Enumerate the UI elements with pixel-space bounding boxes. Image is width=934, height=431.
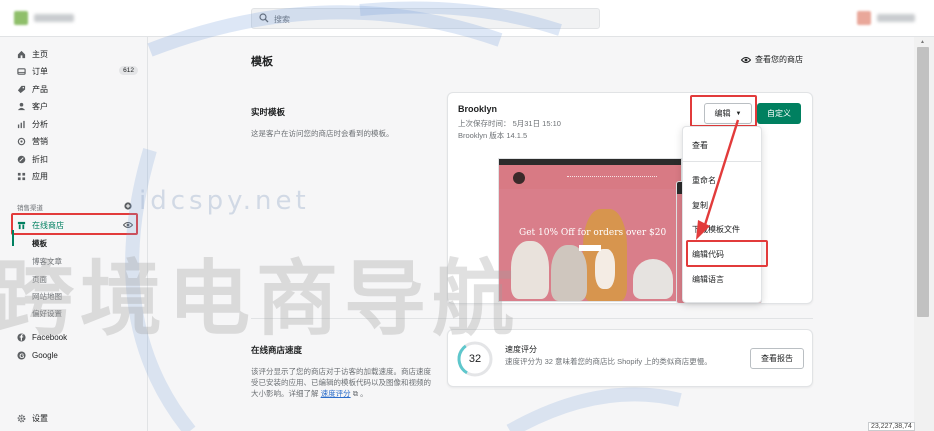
- google-icon: G: [17, 350, 26, 359]
- live-theme-heading: 实时模板: [251, 107, 286, 117]
- preview-hero-text: Get 10% Off for orders over $20: [519, 228, 667, 238]
- top-bar: 搜索: [0, 0, 934, 37]
- sidebar-item-orders[interactable]: 订单 612: [17, 64, 142, 78]
- speed-card-desc: 速度评分为 32 意味着您的商店比 Shopify 上的类似商店更慢。: [505, 357, 712, 366]
- view-report-button[interactable]: 查看报告: [750, 348, 804, 369]
- sidebar-subitem-preferences[interactable]: 偏好设置: [32, 308, 62, 319]
- corgi-image: [583, 209, 627, 301]
- annotation-arrow: [696, 119, 740, 240]
- poodle-image-2: [551, 245, 587, 301]
- analytics-icon: [17, 120, 25, 128]
- sidebar-item-home[interactable]: 主页: [17, 47, 142, 61]
- speed-score-link[interactable]: 速度评分: [321, 389, 351, 398]
- orders-badge: 612: [119, 66, 138, 75]
- sidebar-item-marketing[interactable]: 营销: [17, 134, 142, 148]
- store-logo[interactable]: [14, 11, 78, 25]
- search-icon: [259, 13, 269, 23]
- theme-last-saved: 上次保存时间： 5月31日 15:10: [458, 119, 561, 128]
- section-divider: [251, 318, 813, 319]
- sidebar-item-discounts[interactable]: 折扣: [17, 152, 142, 166]
- gear-icon: [17, 414, 26, 422]
- preview-hero-button: [579, 245, 601, 251]
- live-theme-desc: 这是客户在访问您的商店时会看到的模板。: [251, 129, 394, 138]
- coordinate-readout: 23,227,38,74: [868, 422, 915, 431]
- theme-preview-desktop: Get 10% Off for orders over $20: [498, 158, 682, 302]
- apps-icon: [17, 172, 26, 180]
- sidebar-item-apps[interactable]: 应用: [17, 169, 142, 183]
- customer-icon: [17, 102, 26, 110]
- sidebar-item-facebook[interactable]: Facebook: [17, 330, 142, 344]
- svg-text:G: G: [19, 352, 24, 359]
- sidebar: 主页 订单 612 产品 客户 分析 营销 折扣 应用 销售渠道 在线商店 模板…: [0, 37, 148, 431]
- speed-desc: 该评分显示了您的商店对于访客的加载速度。商店速度受已安装的应用、已编辑的模板代码…: [251, 367, 431, 398]
- sidebar-item-google[interactable]: G Google: [17, 348, 142, 362]
- facebook-icon: [17, 332, 26, 342]
- sidebar-item-customers[interactable]: 客户: [17, 99, 142, 113]
- page-title: 模板: [251, 56, 273, 68]
- sidebar-subitem-pages[interactable]: 页面: [32, 274, 47, 285]
- search-placeholder: 搜索: [274, 15, 290, 24]
- orders-icon: [17, 67, 26, 75]
- speed-score: 32: [468, 353, 482, 365]
- theme-version: Brooklyn 版本 14.1.5: [458, 131, 528, 140]
- scrollbar[interactable]: ▲: [914, 37, 934, 431]
- view-store-link[interactable]: 查看您的商店: [741, 54, 803, 65]
- scroll-thumb[interactable]: [917, 47, 929, 317]
- poodle-image: [511, 241, 549, 299]
- home-icon: [17, 50, 26, 58]
- active-indicator: [12, 230, 14, 246]
- highlight-online-store: [11, 213, 138, 235]
- external-link-icon: ⧉ 。: [352, 389, 368, 398]
- sidebar-subitem-blog[interactable]: 博客文章: [32, 256, 62, 267]
- marketing-icon: [17, 137, 26, 145]
- add-channel-icon[interactable]: [124, 202, 132, 210]
- sidebar-item-settings[interactable]: 设置: [17, 411, 142, 425]
- scroll-up-icon[interactable]: ▲: [920, 39, 925, 45]
- customize-button[interactable]: 自定义: [757, 103, 801, 124]
- discount-icon: [17, 155, 26, 163]
- eye-icon: [741, 56, 751, 63]
- tag-icon: [17, 85, 26, 93]
- watermark-url: idcspy.net: [139, 186, 310, 216]
- preview-logo: [513, 172, 525, 184]
- speed-heading: 在线商店速度: [251, 345, 303, 355]
- sidebar-subitem-themes[interactable]: 模板: [32, 238, 47, 249]
- sidebar-item-analytics[interactable]: 分析: [17, 117, 142, 131]
- sidebar-item-products[interactable]: 产品: [17, 82, 142, 96]
- theme-name: Brooklyn: [458, 104, 498, 114]
- sales-channels-label: 销售渠道: [17, 205, 43, 212]
- search-input[interactable]: 搜索: [251, 8, 600, 29]
- speed-card-title: 速度评分: [505, 345, 537, 354]
- cat-image: [633, 259, 673, 299]
- user-avatar[interactable]: [857, 11, 921, 25]
- sidebar-subitem-navigation[interactable]: 网站地图: [32, 291, 62, 302]
- menu-item-edit-languages[interactable]: 编辑语言: [692, 274, 724, 285]
